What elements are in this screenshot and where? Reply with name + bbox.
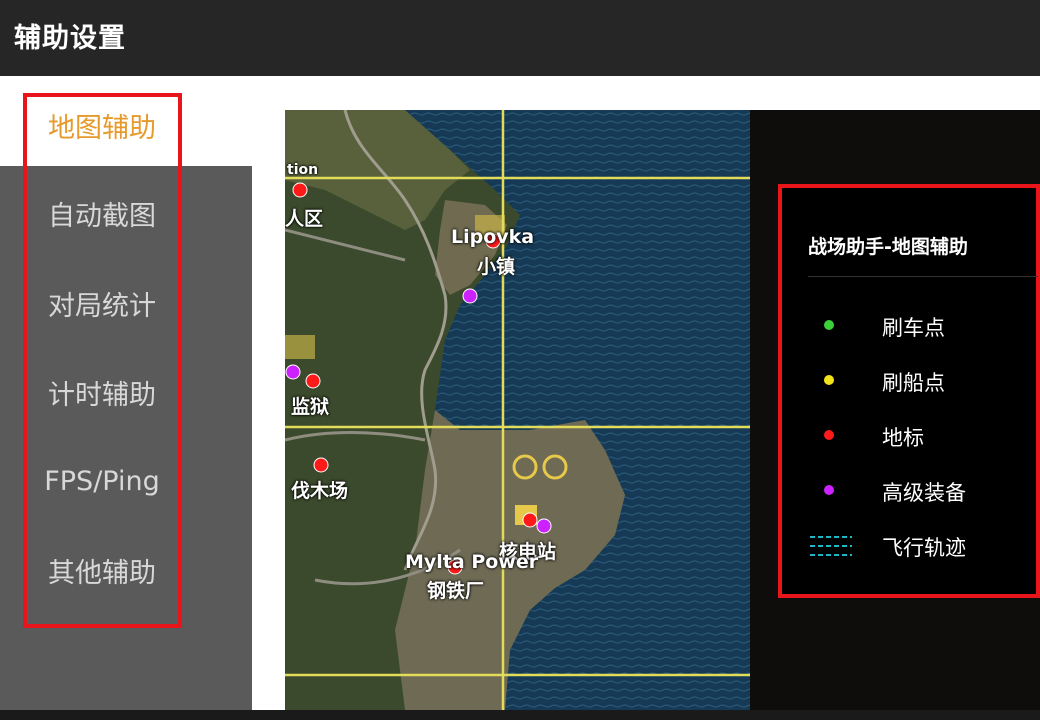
- legend-item-advanced-gear: 高级装备: [782, 471, 1038, 511]
- sidebar: [0, 166, 252, 720]
- legend-label: 地标: [882, 426, 924, 450]
- window-title: 辅助设置: [14, 23, 126, 54]
- sidebar-item-label: 自动截图: [48, 200, 156, 232]
- sidebar-item-label: 对局统计: [48, 290, 156, 322]
- legend-title: 战场助手-地图辅助: [808, 236, 968, 258]
- legend-divider: [808, 276, 1038, 277]
- sidebar-item-match-stats[interactable]: 对局统计: [0, 273, 252, 333]
- map-label-partial: tion: [287, 162, 319, 178]
- yellow-dot-icon: [824, 375, 834, 385]
- legend-item-boat-spawn: 刷船点: [782, 361, 1038, 401]
- sidebar-item-label: 计时辅助: [48, 379, 156, 411]
- map-label-lipovka: Lipovka: [451, 226, 535, 248]
- sidebar-item-fps-ping[interactable]: FPS/Ping: [0, 451, 252, 511]
- legend-item-vehicle-spawn: 刷车点: [782, 306, 1038, 346]
- map-label-prison: 监狱: [291, 396, 330, 418]
- red-dot-icon: [824, 430, 834, 440]
- map-image: [285, 110, 750, 710]
- dashed-line-icon: [810, 536, 852, 556]
- map-label-mylta-power: Mylta Power: [405, 551, 539, 573]
- sidebar-item-map-assist[interactable]: 地图辅助: [0, 95, 252, 155]
- title-bar: 辅助设置: [0, 0, 1040, 76]
- map-view[interactable]: tion 人区 Lipovka 小镇 监狱 伐木场 核电站 Mylta Powe…: [285, 110, 750, 710]
- sidebar-item-label: 地图辅助: [48, 112, 156, 144]
- map-label-steel: 钢铁厂: [427, 580, 485, 602]
- legend-panel: 战场助手-地图辅助 刷车点 刷船点 地标 高级装备 飞行轨迹: [778, 184, 1040, 598]
- map-label-lumber: 伐木场: [291, 480, 349, 502]
- legend-label: 刷车点: [882, 316, 945, 340]
- legend-item-flight-path: 飞行轨迹: [782, 526, 1038, 566]
- sidebar-item-timer-assist[interactable]: 计时辅助: [0, 362, 252, 422]
- map-label-village: 小镇: [477, 256, 516, 278]
- sidebar-item-other-assist[interactable]: 其他辅助: [0, 540, 252, 600]
- legend-label: 飞行轨迹: [882, 536, 966, 560]
- sidebar-item-label: 其他辅助: [48, 557, 156, 589]
- map-label-residential: 人区: [285, 208, 324, 230]
- sidebar-item-auto-screenshot[interactable]: 自动截图: [0, 183, 252, 243]
- purple-dot-icon: [824, 485, 834, 495]
- legend-item-landmark: 地标: [782, 416, 1038, 456]
- legend-label: 刷船点: [882, 371, 945, 395]
- sidebar-item-label: FPS/Ping: [44, 465, 160, 497]
- green-dot-icon: [824, 320, 834, 330]
- legend-label: 高级装备: [882, 481, 966, 505]
- bottom-bar: [0, 710, 1040, 720]
